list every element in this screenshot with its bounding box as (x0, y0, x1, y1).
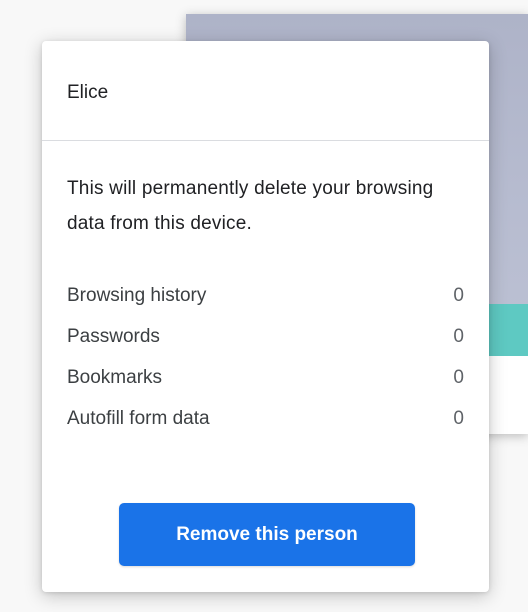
profile-name: Elice (67, 82, 109, 103)
stat-label: Bookmarks (67, 366, 163, 388)
remove-this-person-button[interactable]: Remove this person (119, 503, 415, 566)
stat-row-passwords: Passwords 0 (67, 316, 464, 357)
remove-person-dialog: Elice This will permanently delete your … (42, 41, 489, 592)
dialog-header: Elice (42, 41, 489, 141)
dialog-actions: Remove this person (119, 503, 415, 566)
app-stage: Elice This will permanently delete your … (0, 0, 528, 612)
stat-row-bookmarks: Bookmarks 0 (67, 357, 464, 398)
stat-count: 0 (453, 325, 464, 347)
stat-count: 0 (453, 284, 464, 306)
stat-row-browsing-history: Browsing history 0 (67, 275, 464, 316)
browsing-data-stats: Browsing history 0 Passwords 0 Bookmarks… (67, 275, 464, 439)
stat-label: Autofill form data (67, 407, 210, 429)
stat-label: Browsing history (67, 284, 207, 306)
stat-label: Passwords (67, 325, 160, 347)
stat-row-autofill-form-data: Autofill form data 0 (67, 398, 464, 439)
warning-message: This will permanently delete your browsi… (67, 178, 434, 234)
stat-count: 0 (453, 366, 464, 388)
stat-count: 0 (453, 407, 464, 429)
dialog-body: This will permanently delete your browsi… (42, 141, 489, 439)
